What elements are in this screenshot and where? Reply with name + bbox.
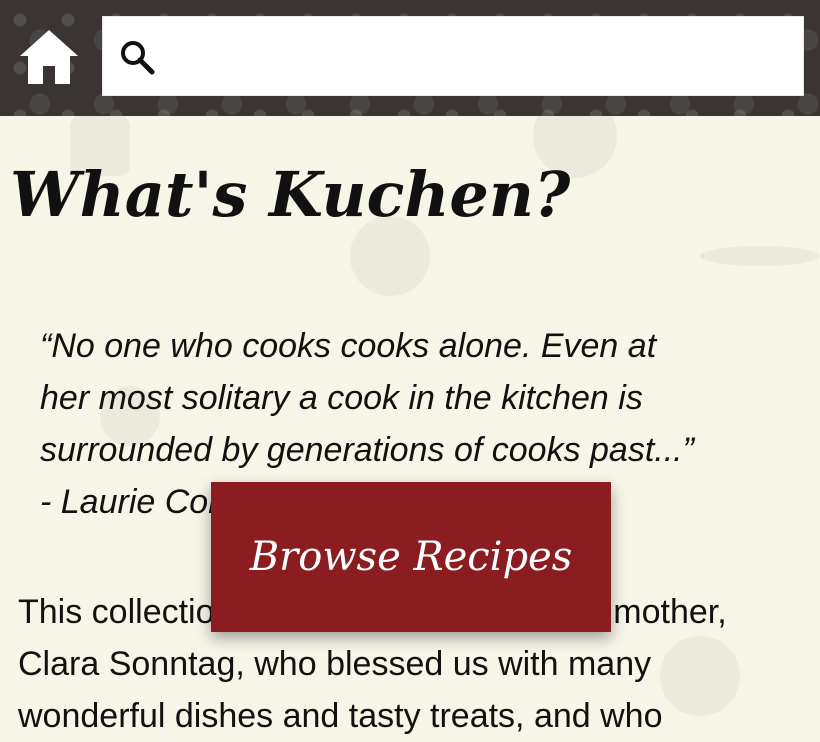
search-input[interactable]	[167, 31, 787, 83]
intro-line: Clara Sonntag, who blessed us with many	[18, 645, 652, 683]
quote-line: her most solitary a cook in the kitchen …	[40, 379, 643, 417]
quote-line: “No one who cooks cooks alone. Even at	[40, 327, 657, 365]
site-header	[0, 0, 820, 116]
intro-line: wonderful dishes and tasty treats, and w…	[18, 697, 663, 735]
search-box[interactable]	[102, 16, 804, 96]
quote-line: surrounded by generations of cooks past.…	[40, 431, 694, 469]
page-title: What's Kuchen?	[10, 158, 571, 231]
browse-recipes-button[interactable]: Browse Recipes	[211, 482, 611, 632]
home-icon	[20, 30, 78, 84]
home-button[interactable]	[18, 26, 80, 88]
search-icon	[121, 41, 155, 75]
